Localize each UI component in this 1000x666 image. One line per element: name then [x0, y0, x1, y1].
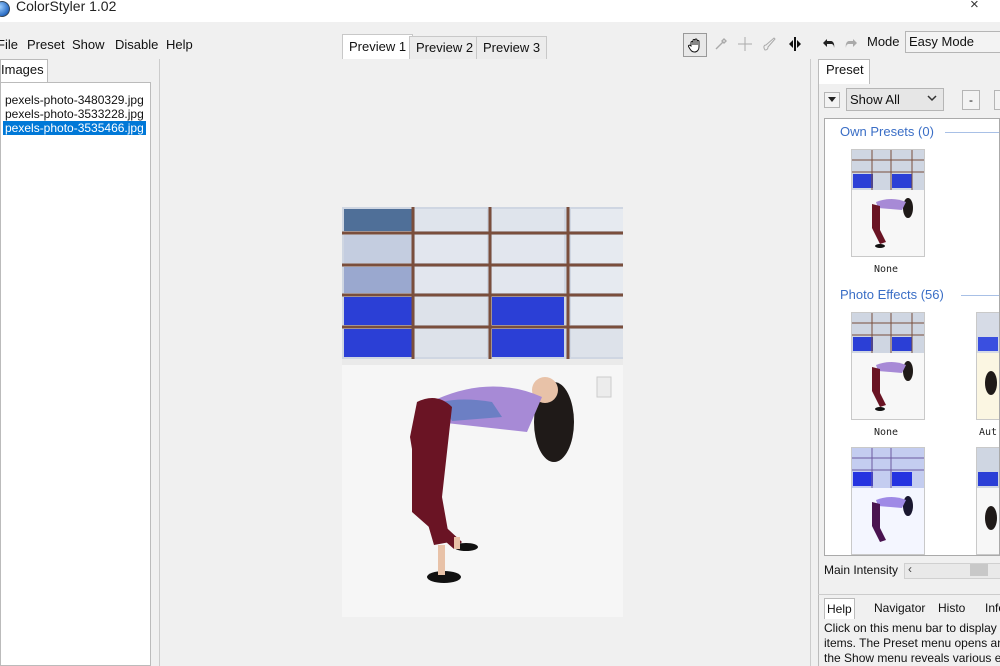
list-item[interactable]: pexels-photo-3533228.jpg [3, 107, 146, 121]
chevron-down-icon [926, 90, 938, 109]
tab-preset-label: Preset [826, 62, 864, 77]
photo-effects-header[interactable]: Photo Effects (56) [840, 287, 944, 302]
hand-icon[interactable] [683, 33, 707, 57]
preset-thumb[interactable] [976, 312, 999, 420]
tab-histo[interactable]: Histo [936, 598, 967, 618]
mode-select[interactable]: Easy Mode [905, 31, 1000, 53]
menu-disable[interactable]: Disable [115, 37, 158, 52]
list-item[interactable]: pexels-photo-3480329.jpg [3, 93, 146, 107]
tab-preview-2[interactable]: Preview 2 [409, 36, 481, 59]
mode-label: Mode [867, 34, 900, 49]
tab-preview-1[interactable]: Preview 1 [342, 34, 414, 59]
split-compare-icon[interactable] [784, 33, 806, 55]
preset-gallery[interactable]: Own Presets (0) None Photo Effects (56) [824, 118, 1000, 556]
preset-thumb-label: None [874, 264, 899, 275]
chevron-left-icon[interactable]: ‹ [908, 562, 912, 576]
preview-photo [342, 207, 623, 617]
preset-thumb-label: None [874, 427, 899, 438]
preset-thumb-label: Aut [979, 427, 998, 438]
redo-icon[interactable] [840, 33, 862, 55]
undo-icon[interactable] [818, 33, 840, 55]
window-title: ColorStyler 1.02 [16, 0, 117, 14]
tab-images-label: Images [1, 62, 44, 77]
preset-thumb[interactable] [976, 447, 999, 555]
menu-show[interactable]: Show [72, 37, 105, 52]
minus-button[interactable]: - [962, 90, 980, 110]
menu-preset[interactable]: Preset [27, 37, 65, 52]
add-button[interactable] [994, 90, 1000, 110]
menu-file[interactable]: File [0, 37, 18, 52]
tab-navigator[interactable]: Navigator [872, 598, 927, 618]
help-text-line: the Show menu reveals various e [824, 651, 1000, 665]
tab-info[interactable]: Info [983, 598, 1000, 618]
brush-icon[interactable] [759, 33, 781, 55]
filter-select-value: Show All [850, 92, 900, 107]
help-text-line: items. The Preset menu opens an [824, 636, 1000, 650]
crosshair-icon[interactable] [734, 33, 756, 55]
help-text-line: Click on this menu bar to display d [824, 621, 1000, 635]
divider [945, 132, 999, 133]
own-presets-header[interactable]: Own Presets (0) [840, 124, 934, 139]
preset-thumb[interactable] [851, 312, 925, 420]
image-file-list[interactable]: pexels-photo-3480329.jpg pexels-photo-35… [0, 82, 151, 666]
tab-preview-3[interactable]: Preview 3 [476, 36, 548, 59]
list-item-selected[interactable]: pexels-photo-3535466.jpg [3, 121, 146, 135]
eyedropper-icon[interactable] [710, 33, 732, 55]
title-bar [0, 0, 1000, 22]
menu-help[interactable]: Help [166, 37, 193, 52]
dropdown-button[interactable] [824, 92, 840, 108]
preset-thumb[interactable] [851, 149, 925, 257]
close-button[interactable]: × [970, 0, 979, 13]
tab-help[interactable]: Help [824, 598, 855, 619]
preset-thumb[interactable] [851, 447, 925, 555]
slider-thumb[interactable] [970, 564, 988, 576]
help-text: Click on this menu bar to display d item… [824, 621, 1000, 666]
intensity-label: Main Intensity [824, 563, 899, 577]
divider [961, 295, 999, 296]
